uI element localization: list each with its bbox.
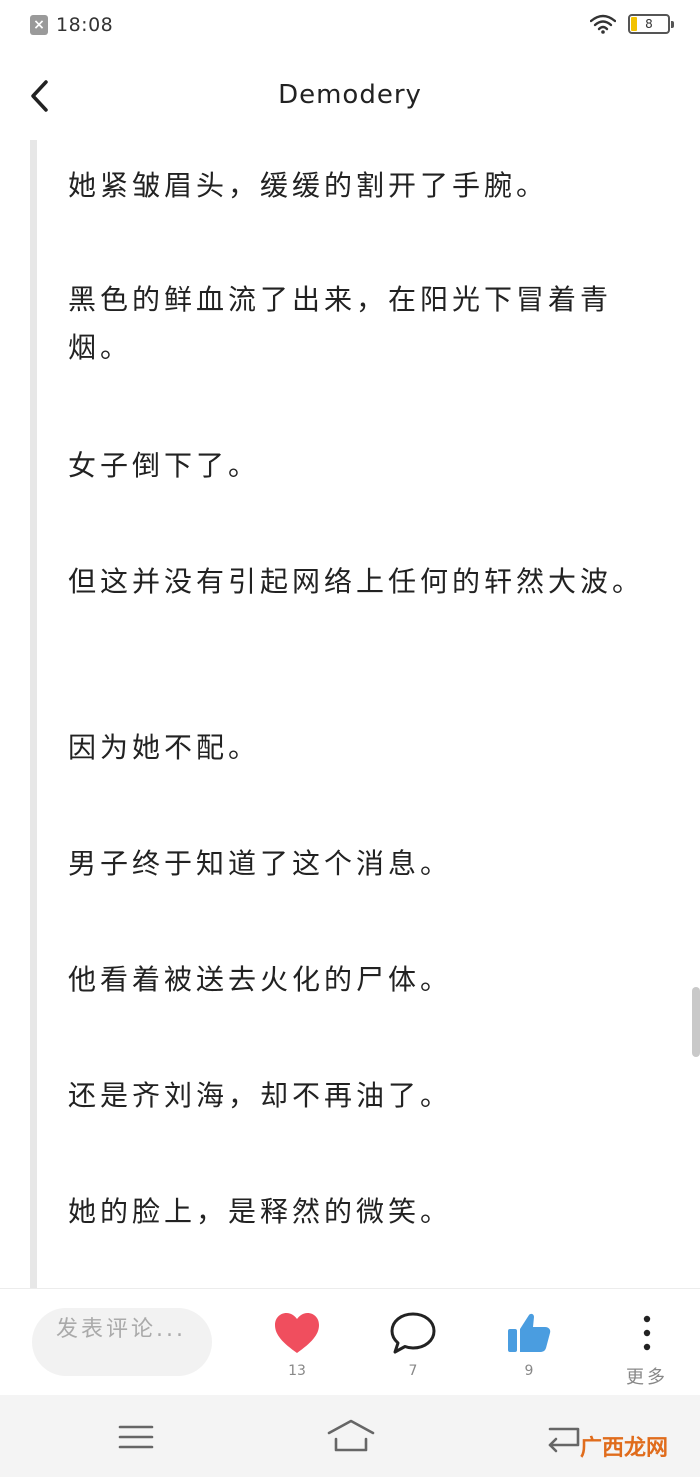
action-bar: 发表评论... 13 7 9 更多 — [0, 1288, 700, 1395]
comment-input[interactable]: 发表评论... — [32, 1308, 212, 1376]
battery-level: 8 — [645, 17, 653, 31]
comment-button[interactable]: 7 — [378, 1311, 448, 1379]
paragraph: 她紧皱眉头，缓缓的割开了手腕。 — [68, 169, 549, 202]
quote-bar — [30, 140, 37, 1288]
scrollbar-thumb[interactable] — [692, 987, 700, 1057]
status-bar: × 18:08 8 — [0, 0, 700, 52]
status-left: × 18:08 — [30, 14, 113, 36]
thumbs-up-icon — [508, 1313, 551, 1352]
paragraph: 他看着被送去火化的尸体。 — [68, 963, 453, 996]
article-body[interactable]: 她紧皱眉头，缓缓的割开了手腕。 黑色的鲜血流了出来，在阳光下冒着青烟。 女子倒下… — [0, 140, 700, 1288]
paragraph: 女子倒下了。 — [68, 449, 261, 482]
battery-cap — [671, 21, 674, 28]
comment-count: 7 — [408, 1363, 418, 1379]
thumb-up-button[interactable]: 9 — [494, 1311, 564, 1379]
menu-nav-button[interactable] — [116, 1417, 156, 1457]
more-button[interactable]: 更多 — [612, 1311, 682, 1389]
battery-icon: 8 — [628, 14, 674, 34]
watermark-text: 广西龙网 — [579, 1436, 668, 1461]
like-button[interactable]: 13 — [262, 1311, 332, 1379]
like-count: 13 — [288, 1363, 306, 1379]
page-title: Demodery — [278, 80, 422, 110]
thumb-count: 9 — [524, 1363, 534, 1379]
status-time: 18:08 — [56, 14, 114, 36]
wifi-icon — [590, 14, 616, 34]
notification-close-icon: × — [30, 15, 48, 35]
paragraph: 因为她不配。 — [68, 731, 261, 764]
paragraph: 还是齐刘海，却不再油了。 — [68, 1079, 453, 1112]
menu-icon — [118, 1425, 154, 1449]
paragraph: 她的脸上，是释然的微笑。 — [68, 1195, 453, 1228]
paragraph: 但这并没有引起网络上任何的轩然大波。 — [68, 565, 645, 598]
back-nav-button[interactable] — [544, 1417, 584, 1457]
more-label: 更多 — [626, 1367, 668, 1388]
app-header: Demodery — [0, 52, 700, 142]
paragraph: 黑色的鲜血流了出来，在阳光下冒着青烟。 — [68, 283, 613, 364]
paragraph: 男子终于知道了这个消息。 — [68, 847, 453, 880]
home-icon — [327, 1419, 375, 1452]
return-icon — [548, 1427, 580, 1453]
speech-bubble-icon — [390, 1312, 436, 1354]
heart-icon — [275, 1313, 319, 1353]
home-nav-button[interactable] — [326, 1417, 376, 1457]
more-vertical-icon — [643, 1315, 651, 1351]
status-right: 8 — [590, 14, 674, 34]
